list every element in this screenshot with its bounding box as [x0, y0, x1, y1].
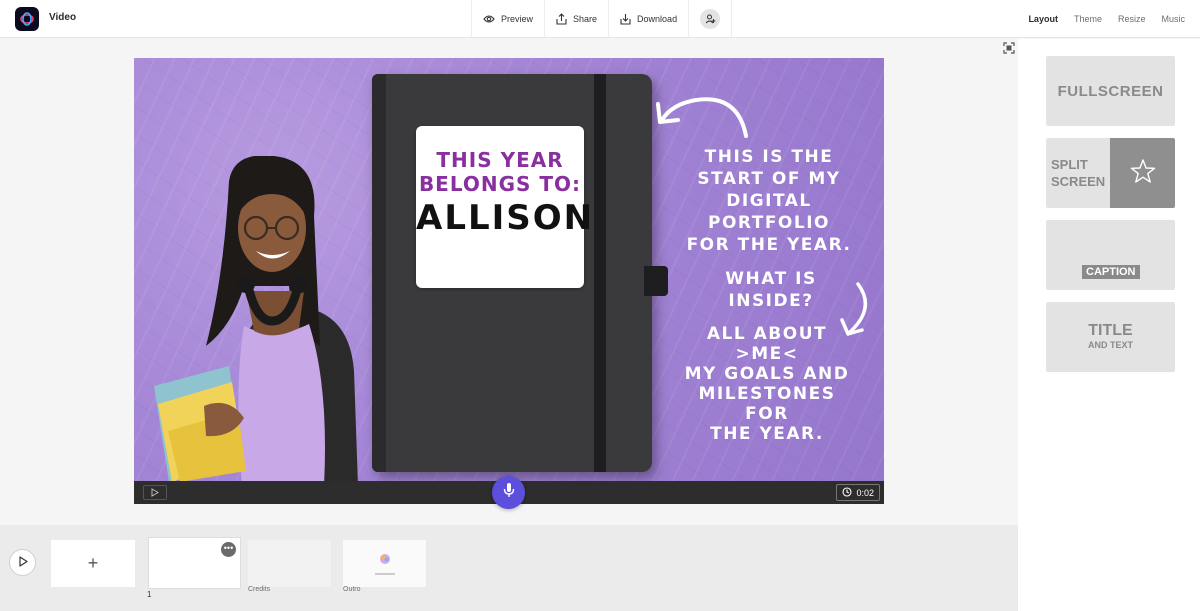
tab-music[interactable]: Music	[1161, 14, 1185, 24]
notebook-tab	[644, 266, 668, 296]
layout-fullscreen-label: FULLSCREEN	[1057, 82, 1164, 100]
add-slide-button[interactable]: +	[51, 540, 135, 587]
timeline: + ••• 1 Credits Outro	[0, 525, 1018, 611]
microphone-icon	[503, 482, 515, 503]
layout-split-line-2: SCREEN	[1051, 174, 1106, 189]
label-line-2: BELONGS TO:	[418, 172, 582, 196]
layout-caption-label: CAPTION	[1082, 265, 1140, 279]
layout-panel: FULLSCREEN SPLIT SCREEN CAPTION TITLE AN…	[1018, 39, 1200, 611]
play-icon	[18, 554, 28, 572]
more-options-icon[interactable]: •••	[221, 542, 236, 557]
layout-split-image-area	[1110, 138, 1175, 208]
project-title: Video	[49, 12, 77, 23]
star-icon	[1130, 158, 1156, 189]
add-user-icon	[705, 14, 716, 25]
intro-line-1: THIS IS THE	[704, 147, 834, 167]
contents-line-3: MILESTONES FOR	[698, 384, 836, 424]
layout-title-label: TITLE	[1088, 322, 1133, 339]
tab-layout[interactable]: Layout	[1028, 14, 1058, 24]
slide-duration-value: 0:02	[856, 487, 874, 498]
play-icon	[151, 484, 159, 502]
record-voice-button[interactable]	[492, 476, 525, 509]
invite-user-button[interactable]	[700, 9, 721, 29]
tab-resize[interactable]: Resize	[1118, 14, 1146, 24]
tab-theme[interactable]: Theme	[1074, 14, 1102, 24]
notebook-label-card[interactable]: THIS YEAR BELONGS TO: ALLISON	[416, 126, 595, 288]
intro-line-3: DIGITAL PORTFOLIO	[707, 191, 830, 233]
download-icon	[620, 13, 631, 25]
eye-icon	[483, 14, 495, 24]
fit-to-screen-icon[interactable]	[1003, 41, 1015, 59]
timeline-credits-slide[interactable]	[248, 540, 331, 587]
outro-label: Outro	[343, 586, 361, 593]
contents-line-4: THE YEAR.	[710, 424, 824, 444]
outro-logo-icon	[379, 552, 391, 570]
student-photo	[154, 156, 358, 482]
intro-text[interactable]: THIS IS THE START OF MY DIGITAL PORTFOLI…	[674, 146, 864, 256]
layout-title-and-text[interactable]: TITLE AND TEXT	[1046, 302, 1175, 372]
preview-label: Preview	[501, 14, 534, 24]
layout-title-sub-label: AND TEXT	[1088, 340, 1133, 350]
outro-placeholder-line	[374, 573, 395, 575]
layout-caption[interactable]: CAPTION	[1046, 220, 1175, 290]
intro-line-4: FOR THE YEAR.	[686, 235, 852, 255]
slide-duration-button[interactable]: 0:02	[836, 484, 880, 501]
notebook-spine	[372, 74, 386, 472]
contents-line-1: ALL ABOUT >ME<	[706, 324, 828, 364]
slide-canvas[interactable]: THIS YEAR BELONGS TO: ALLISON THIS IS TH…	[134, 58, 884, 482]
contents-text[interactable]: ALL ABOUT >ME< MY GOALS AND MILESTONES F…	[682, 324, 852, 444]
notebook-elastic-band	[594, 74, 606, 472]
contents-line-2: MY GOALS AND	[684, 364, 850, 384]
question-text[interactable]: WHAT IS INSIDE?	[686, 268, 856, 312]
notebook-graphic: THIS YEAR BELONGS TO: ALLISON	[372, 74, 668, 472]
play-video-button[interactable]	[9, 549, 36, 576]
layout-split-line-1: SPLIT	[1051, 157, 1088, 172]
play-slide-button[interactable]	[143, 485, 167, 500]
app-logo-icon[interactable]	[15, 7, 39, 31]
student-name: ALLISON	[416, 198, 595, 238]
toolbar: Preview Share Download	[471, 0, 733, 38]
layout-split-screen[interactable]: SPLIT SCREEN	[1046, 138, 1175, 208]
label-heading: THIS YEAR BELONGS TO:	[416, 148, 584, 196]
download-label: Download	[637, 14, 678, 24]
timeline-slide-1[interactable]: •••	[148, 537, 241, 589]
preview-button[interactable]: Preview	[472, 0, 546, 38]
share-button[interactable]: Share	[545, 0, 610, 38]
download-button[interactable]: Download	[609, 0, 690, 38]
timeline-outro-slide[interactable]	[343, 540, 426, 587]
credits-label: Credits	[248, 586, 271, 593]
right-tabs: Layout Theme Resize Music	[1028, 0, 1185, 38]
layout-fullscreen[interactable]: FULLSCREEN	[1046, 56, 1175, 126]
curved-arrow-top-icon	[656, 97, 748, 138]
clock-icon	[842, 486, 853, 499]
label-line-1: THIS YEAR	[436, 148, 564, 172]
share-label: Share	[573, 14, 598, 24]
layout-split-label: SPLIT SCREEN	[1051, 156, 1105, 190]
invite-area	[689, 0, 733, 38]
timeline-slide-number: 1	[147, 590, 152, 599]
top-bar: Video Preview Share Download Layout Them…	[0, 0, 1200, 38]
intro-line-2: START OF MY	[697, 169, 841, 189]
share-icon	[556, 13, 567, 25]
